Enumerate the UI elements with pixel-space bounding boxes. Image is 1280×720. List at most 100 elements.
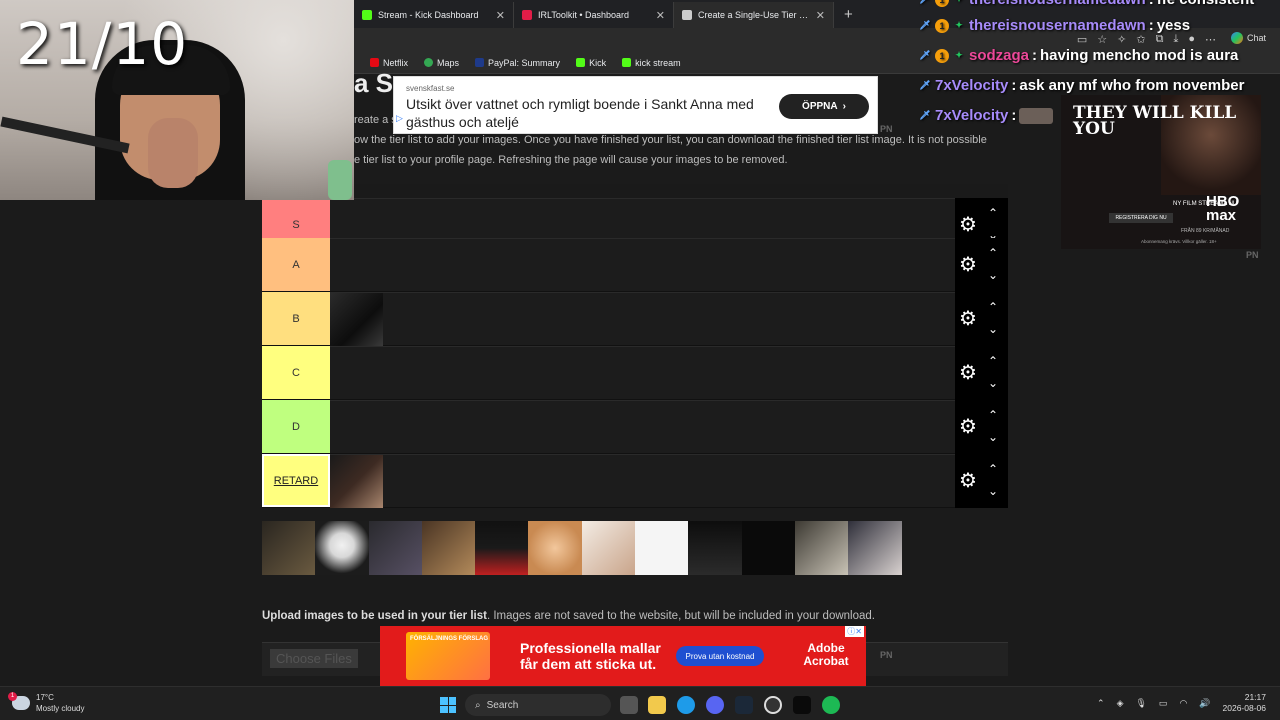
webcam-overlay: 21/10 bbox=[0, 0, 354, 200]
tier-image[interactable] bbox=[330, 293, 383, 346]
tier-label[interactable]: B bbox=[262, 292, 330, 345]
ad-close-icon[interactable]: ⓘ✕ bbox=[845, 626, 864, 637]
file-explorer-icon[interactable] bbox=[648, 696, 666, 714]
discord-icon[interactable] bbox=[706, 696, 724, 714]
ad-price: FRÅN 89 KR/MÅNAD bbox=[1181, 228, 1230, 234]
tier-items[interactable] bbox=[330, 346, 955, 399]
chevron-down-icon[interactable]: ⌄ bbox=[988, 431, 1000, 443]
tier-list: S ⚙ ⌃ ⌄ A ⚙ ⌃ ⌄ B ⚙ ⌃ ⌄ C ⚙ ⌃ ⌄ D ⚙ ⌃ ⌄ … bbox=[262, 184, 1008, 508]
bookmark-kick-stream[interactable]: kick stream bbox=[622, 58, 681, 68]
chevron-down-icon[interactable]: ⌄ bbox=[988, 485, 1000, 497]
app-icon[interactable] bbox=[793, 696, 811, 714]
pool-image[interactable] bbox=[741, 521, 795, 575]
chat-message: 🗡 1 ✦ thereisnousernamedawn: ffe consist… bbox=[918, 0, 1254, 8]
top-banner-ad[interactable]: svenskfast.se Utsikt över vattnet och ry… bbox=[393, 76, 878, 134]
ad-product-image: FÖRSÄLJNINGS FÖRSLAG bbox=[406, 632, 490, 680]
gear-icon[interactable]: ⚙ bbox=[959, 255, 979, 275]
chevron-right-icon: › bbox=[842, 101, 846, 112]
tier-controls: ⚙ ⌃ ⌄ bbox=[955, 292, 1008, 346]
tab-tierlist[interactable]: Create a Single-Use Tier List (Priva ✕ bbox=[674, 2, 834, 28]
chevron-up-icon[interactable]: ⌃ bbox=[988, 247, 1000, 259]
tier-row: A ⚙ ⌃ ⌄ bbox=[262, 238, 1008, 292]
ad-register-button[interactable]: REGISTRERA DIG NU bbox=[1109, 213, 1173, 223]
tier-label[interactable]: A bbox=[262, 238, 330, 291]
spotify-icon[interactable] bbox=[822, 696, 840, 714]
tier-items[interactable] bbox=[330, 292, 955, 346]
pool-image[interactable] bbox=[528, 521, 582, 575]
kick-favicon-icon bbox=[362, 10, 372, 20]
close-tab-icon[interactable]: ✕ bbox=[496, 9, 505, 22]
gear-icon[interactable]: ⚙ bbox=[959, 417, 979, 437]
bookmark-kick[interactable]: Kick bbox=[576, 58, 606, 68]
taskbar-search[interactable]: ⌕ Search bbox=[465, 694, 611, 716]
chevron-up-icon[interactable]: ⌃ bbox=[988, 207, 1000, 219]
pool-image[interactable] bbox=[315, 521, 369, 575]
obs-icon[interactable] bbox=[764, 696, 782, 714]
pool-image[interactable] bbox=[848, 521, 902, 575]
pool-image[interactable] bbox=[581, 521, 636, 575]
display-icon[interactable]: ▭ bbox=[1159, 698, 1168, 709]
close-tab-icon[interactable]: ✕ bbox=[816, 9, 825, 22]
chevron-up-icon[interactable]: ⌃ bbox=[1097, 698, 1105, 709]
chevron-up-icon[interactable]: ⌃ bbox=[988, 301, 1000, 313]
tab-irltoolkit[interactable]: IRLToolkit • Dashboard ✕ bbox=[514, 2, 674, 28]
start-button[interactable] bbox=[440, 697, 456, 713]
pool-image[interactable] bbox=[262, 521, 316, 575]
network-icon[interactable]: ◈ bbox=[1117, 698, 1124, 709]
gear-icon[interactable]: ⚙ bbox=[959, 215, 979, 235]
chat-message: 🗡 7xVelocity: bbox=[918, 107, 1054, 124]
pool-image[interactable] bbox=[368, 521, 422, 575]
new-tab-button[interactable]: + bbox=[834, 6, 863, 28]
ad-pn-label: PN bbox=[1246, 250, 1259, 260]
close-tab-icon[interactable]: ✕ bbox=[656, 9, 665, 22]
choose-files-button[interactable]: Choose Files bbox=[270, 649, 358, 668]
mic-icon[interactable]: 🎙 bbox=[1135, 698, 1146, 709]
bookmark-paypal[interactable]: PayPal: Summary bbox=[475, 58, 560, 68]
sword-badge-icon: 🗡 bbox=[919, 20, 931, 30]
bottom-banner-ad[interactable]: FÖRSÄLJNINGS FÖRSLAG Professionella mall… bbox=[380, 626, 866, 686]
chevron-up-icon[interactable]: ⌃ bbox=[988, 463, 1000, 475]
gear-icon[interactable]: ⚙ bbox=[959, 363, 979, 383]
tier-items[interactable] bbox=[330, 400, 955, 453]
paypal-icon bbox=[475, 58, 485, 67]
pool-image[interactable] bbox=[635, 521, 689, 575]
task-view-icon[interactable] bbox=[620, 696, 638, 714]
tier-image[interactable] bbox=[330, 455, 383, 508]
chevron-down-icon[interactable]: ⌄ bbox=[988, 323, 1000, 335]
weather-widget[interactable]: 17°C Mostly cloudy bbox=[8, 692, 84, 714]
bookmark-maps[interactable]: Maps bbox=[424, 58, 459, 68]
chevron-down-icon[interactable]: ⌄ bbox=[988, 269, 1000, 281]
edge-icon[interactable] bbox=[677, 696, 695, 714]
chevron-up-icon[interactable]: ⌃ bbox=[988, 409, 1000, 421]
steam-icon[interactable] bbox=[735, 696, 753, 714]
tier-controls: ⚙ ⌃ ⌄ bbox=[955, 238, 1008, 292]
ad-open-button[interactable]: ÖPPNA › bbox=[779, 94, 869, 119]
bookmark-netflix[interactable]: Netflix bbox=[370, 58, 408, 68]
ad-cta-button[interactable]: Prova utan kostnad bbox=[676, 646, 764, 666]
clock[interactable]: 21:17 2026-08-06 bbox=[1223, 692, 1266, 714]
tier-label[interactable]: D bbox=[262, 400, 330, 453]
ad-info-icon[interactable]: ▷ bbox=[396, 113, 403, 124]
streamer-hands bbox=[148, 118, 198, 188]
pool-image[interactable] bbox=[475, 521, 529, 575]
chevron-down-icon[interactable]: ⌄ bbox=[988, 377, 1000, 389]
pool-image[interactable] bbox=[794, 521, 849, 575]
page-title: a S bbox=[354, 68, 394, 98]
wifi-icon[interactable]: ◠ bbox=[1179, 698, 1187, 709]
gear-icon[interactable]: ⚙ bbox=[959, 309, 979, 329]
pool-image[interactable] bbox=[688, 521, 742, 575]
gear-icon[interactable]: ⚙ bbox=[959, 471, 979, 491]
pool-image[interactable] bbox=[421, 521, 476, 575]
volume-icon[interactable]: 🔊 bbox=[1199, 698, 1210, 709]
tier-label[interactable]: C bbox=[262, 346, 330, 399]
tier-label-editing[interactable]: RETARD bbox=[262, 454, 330, 507]
tier-items[interactable] bbox=[330, 238, 955, 291]
hbo-max-logo: HBO max bbox=[1206, 193, 1240, 224]
tier-items[interactable] bbox=[330, 454, 955, 508]
gem-badge-icon: ✦ bbox=[955, 50, 963, 60]
sword-badge-icon: 🗡 bbox=[919, 110, 931, 120]
sword-badge-icon: 🗡 bbox=[919, 50, 931, 60]
chevron-up-icon[interactable]: ⌃ bbox=[988, 355, 1000, 367]
tab-kick-dashboard[interactable]: Stream - Kick Dashboard ✕ bbox=[354, 2, 514, 28]
side-banner-ad[interactable]: THEY WILL KILL YOU NY FILM STREAMA NU HB… bbox=[1061, 95, 1261, 249]
